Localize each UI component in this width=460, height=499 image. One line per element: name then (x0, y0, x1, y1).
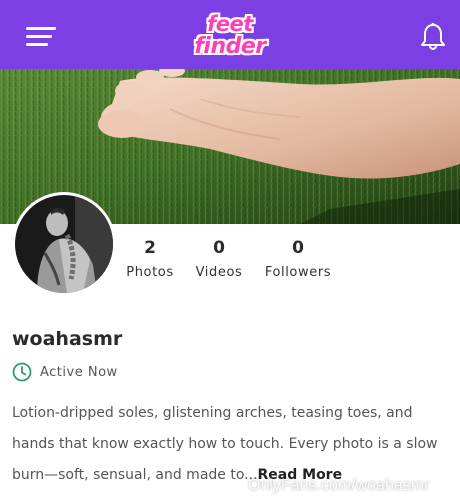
activity-status: Active Now (12, 361, 118, 383)
clock-icon (12, 362, 32, 382)
watermark: OnlyFans.com/woahasmr (248, 477, 430, 494)
hamburger-menu-icon[interactable] (26, 27, 56, 47)
stat-followers-label: Followers (264, 265, 332, 280)
logo-text-bottom: finder (194, 34, 266, 59)
activity-status-text: Active Now (40, 364, 118, 380)
bio-text: Lotion-dripped soles, glistening arches,… (12, 405, 438, 483)
stat-photos[interactable]: 2 Photos (110, 237, 190, 280)
stat-videos[interactable]: 0 Videos (179, 237, 259, 280)
stat-photos-label: Photos (126, 265, 174, 280)
feetfinder-logo[interactable]: feet finder (188, 10, 272, 62)
profile-username: woahasmr (12, 328, 123, 350)
avatar-image (15, 195, 113, 293)
stat-photos-count: 2 (144, 238, 156, 258)
stat-videos-count: 0 (213, 238, 225, 258)
top-navigation-bar: feet finder (0, 0, 460, 69)
profile-avatar[interactable] (12, 192, 116, 296)
stat-videos-label: Videos (195, 265, 243, 280)
bell-icon[interactable] (420, 22, 446, 52)
stat-followers[interactable]: 0 Followers (258, 237, 338, 280)
stat-followers-count: 0 (292, 238, 304, 258)
logo-text-top: feet (207, 12, 253, 36)
